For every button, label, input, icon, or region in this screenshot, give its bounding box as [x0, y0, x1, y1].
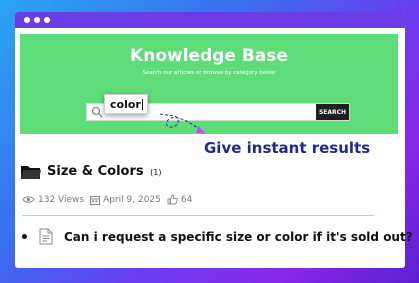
- text-cursor: [141, 98, 143, 110]
- views-meta: 132 Views: [22, 195, 84, 205]
- date-meta: April 9, 2025: [90, 195, 161, 205]
- search-button[interactable]: SEARCH: [316, 104, 349, 120]
- page-subtitle: Search our articles or browse by categor…: [142, 70, 276, 76]
- document-icon: [39, 228, 53, 245]
- arrow-icon: [159, 113, 206, 134]
- views-count: 132 Views: [38, 194, 85, 205]
- callout-text: Give instant results: [204, 139, 371, 157]
- likes-meta[interactable]: 64: [167, 194, 192, 205]
- category-heading[interactable]: Size & Colors (1): [47, 164, 161, 179]
- window-dot[interactable]: [44, 17, 50, 23]
- window-dot[interactable]: [24, 17, 30, 23]
- thumbs-up-icon: [167, 194, 178, 205]
- search-input-value: color: [110, 97, 141, 111]
- window-titlebar: [15, 12, 405, 28]
- category-count: (1): [150, 168, 162, 177]
- window-controls: [24, 17, 50, 23]
- page-title: Knowledge Base: [130, 46, 288, 66]
- calendar-icon: [90, 195, 101, 205]
- list-bullet: [22, 234, 27, 239]
- folder-icon: [21, 166, 41, 179]
- article-link[interactable]: Can i request a specific size or color i…: [64, 230, 413, 244]
- category-name: Size & Colors: [47, 164, 144, 179]
- eye-icon: [22, 196, 35, 203]
- divider: [22, 215, 374, 216]
- search-input[interactable]: color: [104, 94, 148, 114]
- article-meta: 132 Views April 9, 2025 64: [22, 194, 198, 205]
- cursor-icon: [196, 126, 206, 134]
- published-date: April 9, 2025: [103, 194, 161, 205]
- likes-count: 64: [180, 194, 193, 205]
- search-icon: [91, 106, 103, 118]
- window-dot[interactable]: [34, 17, 40, 23]
